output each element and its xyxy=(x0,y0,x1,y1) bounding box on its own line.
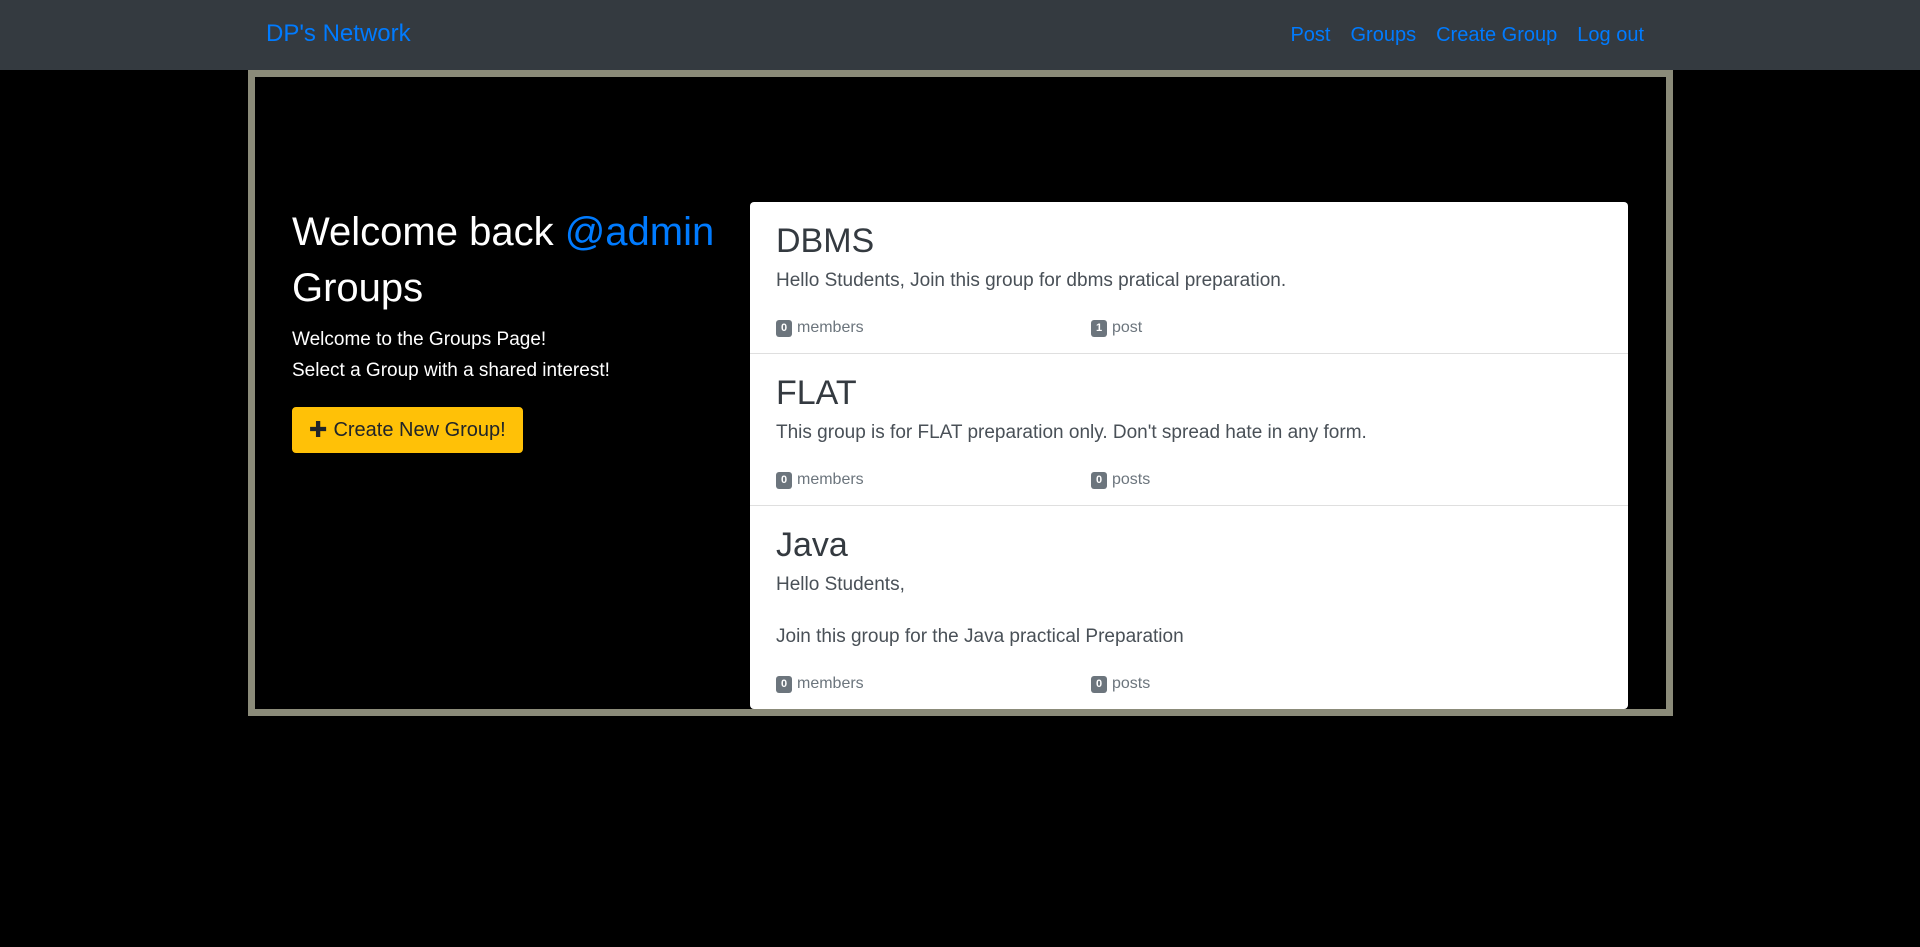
members-count-badge: 0 xyxy=(776,471,792,489)
posts-count-badge: 1 xyxy=(1091,319,1107,337)
posts-label: posts xyxy=(1112,471,1151,488)
posts-count-badge: 0 xyxy=(1091,675,1107,693)
intro-line-1: Welcome to the Groups Page! xyxy=(292,329,547,350)
posts-stat: 0 posts xyxy=(1091,675,1150,693)
members-label: members xyxy=(797,319,864,336)
group-name: Java xyxy=(776,526,848,564)
group-description: Hello Students, Join this group for the … xyxy=(776,574,1184,647)
members-count-badge: 0 xyxy=(776,319,792,337)
group-list: DBMS Hello Students, Join this group for… xyxy=(750,202,1628,709)
username: @admin xyxy=(564,210,715,254)
group-name: FLAT xyxy=(776,374,857,412)
nav-link-log-out[interactable]: Log out xyxy=(1577,24,1644,47)
group-stats: 0 members 1 post xyxy=(776,319,1276,337)
group-stats: 0 members 0 posts xyxy=(776,471,1276,489)
members-count-badge: 0 xyxy=(776,675,792,693)
group-item-dbms[interactable]: DBMS Hello Students, Join this group for… xyxy=(750,202,1628,354)
group-item-flat[interactable]: FLAT This group is for FLAT preparation … xyxy=(750,354,1628,506)
nav-link-post[interactable]: Post xyxy=(1290,24,1330,47)
posts-label: posts xyxy=(1112,675,1151,692)
groups-sidebar: Welcome back @admin Groups Welcome to th… xyxy=(292,204,732,453)
group-name: DBMS xyxy=(776,222,875,260)
posts-stat: 0 posts xyxy=(1091,471,1150,489)
nav-link-create-group[interactable]: Create Group xyxy=(1436,24,1557,47)
welcome-prefix: Welcome back xyxy=(292,210,565,254)
members-stat: 0 members xyxy=(776,471,1091,489)
nav-links: Post Groups Create Group Log out xyxy=(1290,24,1644,47)
plus-icon: ✚ xyxy=(309,417,328,442)
group-description: This group is for FLAT preparation only.… xyxy=(776,422,1367,443)
members-label: members xyxy=(797,675,864,692)
intro-text: Welcome to the Groups Page! Select a Gro… xyxy=(292,324,732,386)
members-stat: 0 members xyxy=(776,319,1091,337)
members-label: members xyxy=(797,471,864,488)
group-stats: 0 members 0 posts xyxy=(776,675,1276,693)
create-new-group-label: Create New Group! xyxy=(333,418,506,441)
brand-link[interactable]: DP's Network xyxy=(266,20,411,48)
members-stat: 0 members xyxy=(776,675,1091,693)
posts-stat: 1 post xyxy=(1091,319,1142,337)
intro-line-2: Select a Group with a shared interest! xyxy=(292,360,610,381)
nav-link-groups[interactable]: Groups xyxy=(1351,24,1417,47)
posts-count-badge: 0 xyxy=(1091,471,1107,489)
create-new-group-button[interactable]: ✚ Create New Group! xyxy=(292,407,523,453)
welcome-heading: Welcome back @admin xyxy=(292,204,732,260)
group-item-java[interactable]: Java Hello Students, Join this group for… xyxy=(750,506,1628,709)
group-description: Hello Students, Join this group for dbms… xyxy=(776,270,1287,291)
posts-label: post xyxy=(1112,319,1143,336)
page-title: Groups xyxy=(292,266,424,310)
top-navbar: DP's Network Post Groups Create Group Lo… xyxy=(0,0,1920,70)
